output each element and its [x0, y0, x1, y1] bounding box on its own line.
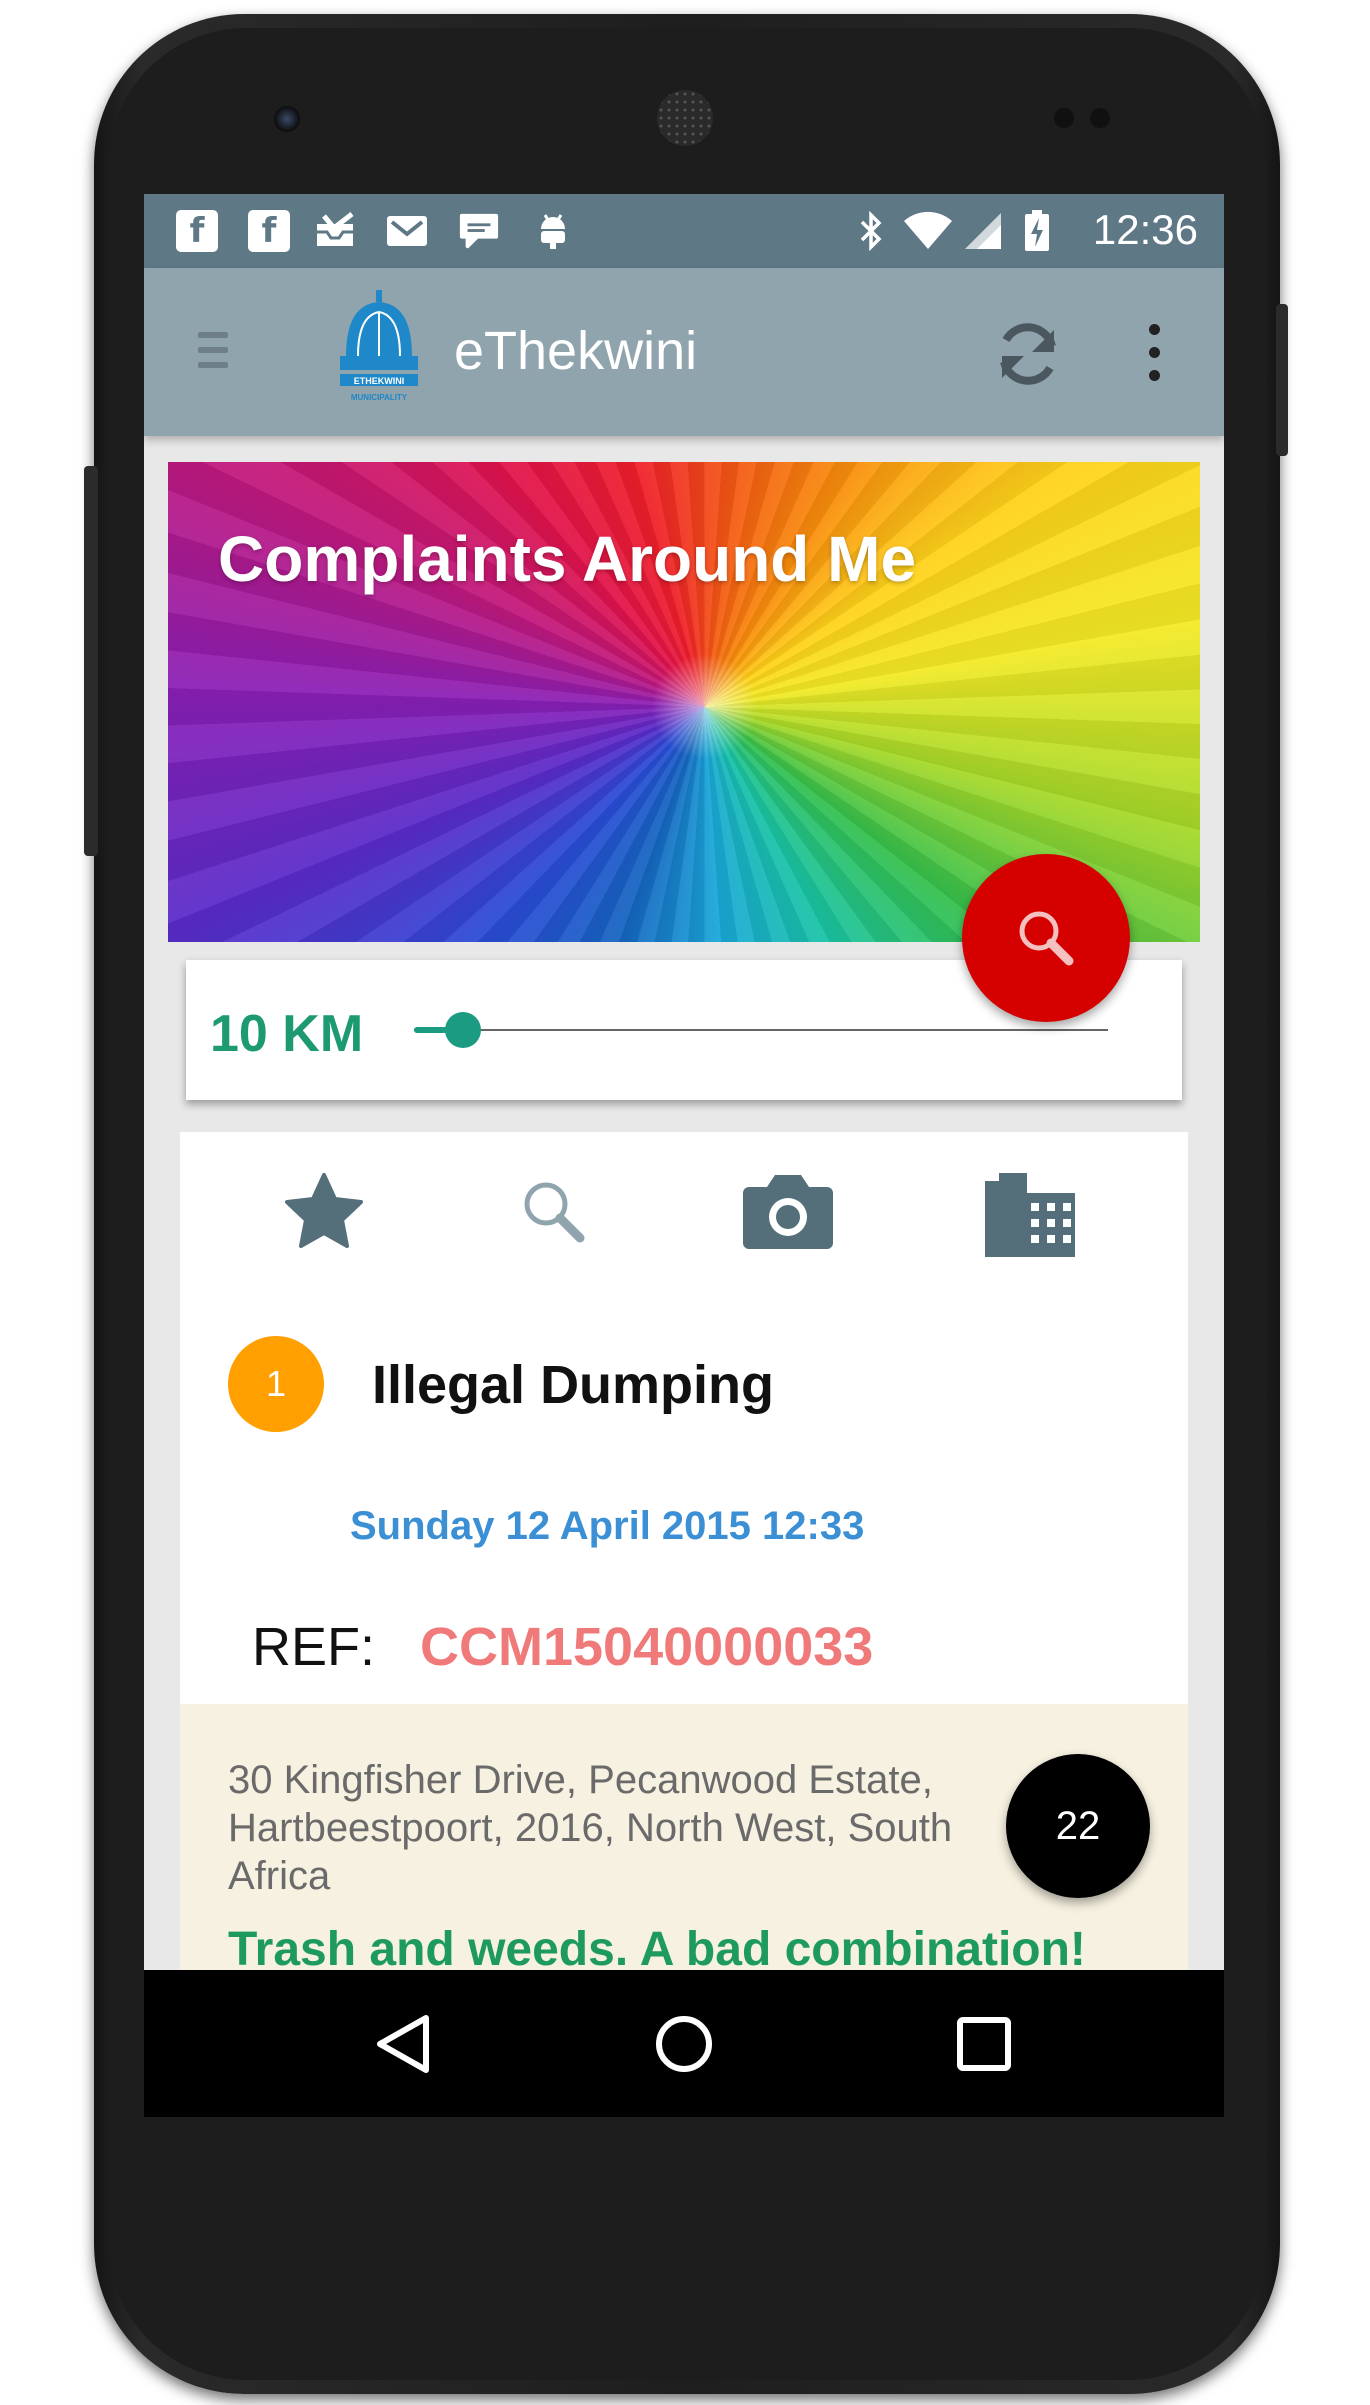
hero-title: Complaints Around Me	[218, 523, 917, 595]
light-sensor	[1090, 108, 1110, 128]
complaint-number-badge: 1	[228, 1336, 324, 1432]
complaint-date: Sunday 12 April 2015 12:33	[350, 1504, 865, 1548]
home-button[interactable]	[650, 2010, 718, 2078]
ref-value: CCM15040000033	[420, 1617, 874, 1677]
refresh-icon[interactable]	[990, 316, 1066, 392]
ref-label: REF:	[252, 1617, 376, 1677]
tab-camera[interactable]	[738, 1162, 838, 1262]
navigation-bar	[144, 1970, 1224, 2117]
search-icon	[524, 1182, 585, 1243]
tab-search[interactable]	[504, 1162, 604, 1262]
complaint-description: Trash and weeds. A bad combination!	[228, 1923, 1086, 1976]
status-bar: f f 12:36	[144, 194, 1224, 268]
bluetooth-icon	[850, 210, 892, 252]
radius-slider[interactable]	[414, 1010, 1108, 1050]
power-button	[1276, 304, 1288, 456]
inbox-icon	[314, 210, 356, 252]
facebook-icon: f	[248, 210, 290, 252]
gmail-icon	[386, 210, 428, 252]
screen: f f 12:36 ETHEKWINI MUNICIPALITY eThekwi…	[144, 194, 1224, 2117]
search-fab[interactable]	[962, 854, 1130, 1022]
radius-label: 10 KM	[210, 1005, 364, 1063]
back-button[interactable]	[370, 2010, 438, 2078]
status-clock: 12:36	[1092, 206, 1198, 253]
app-title: eThekwini	[454, 321, 698, 381]
svg-text:MUNICIPALITY: MUNICIPALITY	[351, 393, 408, 402]
buildings-icon	[985, 1173, 1075, 1257]
recents-button[interactable]	[950, 2010, 1018, 2078]
battery-charging-icon	[1022, 210, 1052, 252]
tab-bar	[180, 1132, 1188, 1282]
menu-icon[interactable]	[198, 332, 228, 372]
tab-buildings[interactable]	[980, 1162, 1080, 1262]
front-camera	[274, 106, 300, 132]
ethekwini-municipality-logo: ETHEKWINI MUNICIPALITY	[336, 290, 422, 408]
android-icon	[532, 210, 574, 252]
signal-icon	[962, 210, 1004, 252]
search-icon	[1019, 911, 1074, 966]
back-icon	[377, 2015, 429, 2073]
svg-text:ETHEKWINI: ETHEKWINI	[354, 376, 405, 386]
wifi-icon	[902, 210, 954, 252]
app-bar: ETHEKWINI MUNICIPALITY eThekwini	[144, 268, 1224, 436]
count-bubble[interactable]: 22	[1006, 1754, 1150, 1898]
volume-button	[84, 466, 98, 856]
recents-icon	[957, 2017, 1011, 2071]
earpiece-speaker	[657, 90, 713, 146]
slider-thumb[interactable]	[444, 1012, 481, 1048]
proximity-sensor	[1054, 108, 1074, 128]
facebook-icon: f	[176, 210, 218, 252]
tab-favourites[interactable]	[274, 1162, 374, 1262]
hangouts-icon	[458, 210, 500, 252]
slider-track	[414, 1029, 1108, 1031]
complaint-title[interactable]: Illegal Dumping	[372, 1354, 774, 1416]
star-icon	[285, 1173, 363, 1248]
home-icon	[656, 2016, 712, 2072]
overflow-menu-icon[interactable]	[1146, 324, 1162, 384]
camera-icon	[743, 1175, 833, 1249]
complaint-address: 30 Kingfisher Drive, Pecanwood Estate, H…	[228, 1758, 953, 1898]
